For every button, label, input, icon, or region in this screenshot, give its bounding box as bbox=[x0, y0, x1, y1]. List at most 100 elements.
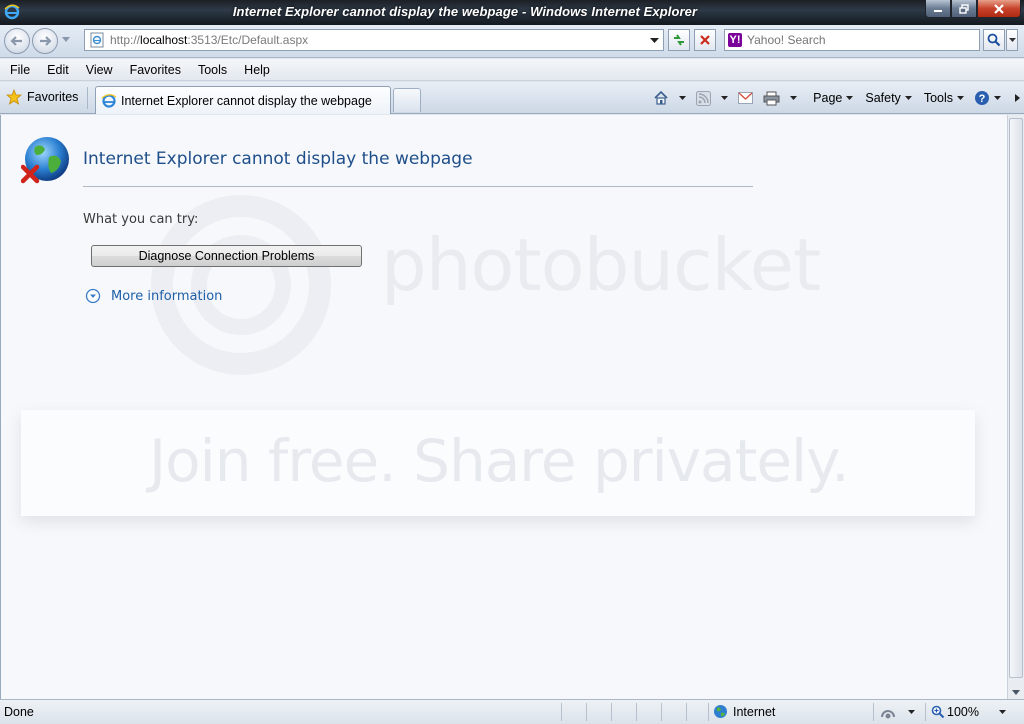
window-controls bbox=[925, 0, 1021, 18]
chevron-down-icon bbox=[790, 95, 798, 100]
url-text[interactable]: http://localhost:3513/Etc/Default.aspx bbox=[110, 33, 308, 47]
svg-text:?: ? bbox=[979, 93, 986, 105]
close-button[interactable] bbox=[977, 0, 1021, 18]
stop-button[interactable] bbox=[694, 29, 716, 51]
title-bar: Internet Explorer cannot display the web… bbox=[0, 0, 1024, 25]
tools-menu-label: Tools bbox=[923, 91, 953, 105]
menu-file[interactable]: File bbox=[0, 63, 37, 77]
back-button[interactable] bbox=[4, 28, 30, 54]
expand-circle-icon bbox=[85, 288, 101, 304]
restore-icon bbox=[959, 3, 969, 14]
protected-mode-icon bbox=[881, 710, 895, 719]
globe-error-icon bbox=[21, 137, 69, 184]
forward-arrow-icon bbox=[40, 36, 52, 46]
refresh-icon bbox=[674, 34, 684, 46]
forward-button[interactable] bbox=[32, 28, 58, 54]
chevron-down-icon bbox=[679, 95, 687, 100]
status-text: Done bbox=[4, 705, 34, 719]
divider bbox=[925, 703, 926, 721]
zoom-level: 100% bbox=[947, 705, 979, 719]
more-information-label: More information bbox=[111, 288, 223, 304]
refresh-button[interactable] bbox=[668, 29, 690, 51]
chevron-down-icon bbox=[721, 95, 729, 100]
divider bbox=[873, 703, 874, 721]
divider bbox=[561, 703, 562, 721]
chevron-down-icon bbox=[998, 709, 1006, 714]
navigation-bar: http://localhost:3513/Etc/Default.aspx Y… bbox=[0, 25, 1024, 58]
heading-divider bbox=[83, 186, 753, 187]
command-bar: Page Safety Tools ? bbox=[643, 88, 1020, 108]
chevron-down-icon bbox=[957, 95, 964, 100]
url-host: localhost bbox=[140, 33, 188, 47]
safety-menu-label: Safety bbox=[865, 91, 901, 105]
window-title: Internet Explorer cannot display the web… bbox=[232, 4, 698, 19]
recent-pages-dropdown-icon[interactable] bbox=[62, 37, 70, 43]
tab-bar: Favorites Internet Explorer cannot displ… bbox=[0, 82, 1024, 114]
star-icon bbox=[6, 89, 22, 105]
security-zone[interactable]: Internet bbox=[713, 704, 775, 719]
zoom-control[interactable]: 100% bbox=[931, 705, 1008, 719]
new-tab-button[interactable] bbox=[393, 88, 421, 112]
chevron-down-icon bbox=[1008, 37, 1016, 42]
favorites-button[interactable]: Favorites bbox=[6, 89, 78, 105]
home-icon bbox=[654, 90, 668, 105]
zone-label: Internet bbox=[733, 704, 776, 719]
menu-favorites[interactable]: Favorites bbox=[120, 63, 188, 77]
search-input[interactable] bbox=[747, 33, 967, 47]
chevron-down-icon bbox=[846, 95, 854, 100]
protected-mode-button[interactable] bbox=[880, 705, 915, 719]
printer-icon bbox=[763, 91, 780, 105]
safety-menu-button[interactable]: Safety bbox=[865, 91, 912, 105]
toolbar-overflow-button[interactable] bbox=[1015, 94, 1020, 102]
try-label: What you can try: bbox=[83, 212, 199, 227]
more-information-link[interactable]: More information bbox=[85, 288, 222, 304]
yahoo-icon: Y! bbox=[728, 33, 742, 47]
scrollbar-thumb[interactable] bbox=[1009, 118, 1023, 678]
divider bbox=[686, 703, 687, 721]
address-dropdown-icon[interactable] bbox=[650, 38, 659, 44]
restore-button[interactable] bbox=[951, 0, 977, 18]
status-bar: Done Internet 100% bbox=[0, 699, 1024, 724]
search-options-button[interactable] bbox=[1006, 29, 1018, 51]
chevron-down-icon bbox=[994, 95, 1001, 100]
mail-icon bbox=[738, 92, 754, 104]
help-icon: ? bbox=[975, 91, 989, 105]
chevron-down-icon bbox=[908, 709, 915, 714]
chevron-right-icon bbox=[1015, 94, 1020, 102]
page-menu-label: Page bbox=[813, 91, 843, 105]
menu-tools[interactable]: Tools bbox=[188, 63, 234, 77]
page-menu-button[interactable]: Page bbox=[813, 91, 854, 105]
minimize-icon bbox=[934, 9, 942, 12]
print-button[interactable] bbox=[763, 91, 798, 106]
menu-help[interactable]: Help bbox=[234, 63, 277, 77]
tab-active[interactable]: Internet Explorer cannot display the web… bbox=[95, 86, 391, 114]
magnifier-icon bbox=[987, 33, 1001, 47]
minimize-button[interactable] bbox=[925, 0, 951, 18]
read-mail-button[interactable] bbox=[738, 92, 754, 104]
rss-icon bbox=[696, 90, 712, 106]
close-icon bbox=[994, 3, 1004, 14]
favorites-label: Favorites bbox=[27, 90, 79, 104]
watermark-tagline: Join free. Share privately. bbox=[149, 427, 850, 495]
feeds-button[interactable] bbox=[696, 90, 729, 106]
help-menu-button[interactable]: ? bbox=[974, 90, 1001, 106]
vertical-scrollbar[interactable] bbox=[1007, 115, 1024, 699]
home-button[interactable] bbox=[653, 90, 687, 106]
tab-label: Internet Explorer cannot display the web… bbox=[121, 93, 372, 108]
ie-page-icon bbox=[101, 93, 117, 108]
menu-view[interactable]: View bbox=[76, 63, 120, 77]
search-box[interactable]: Y! bbox=[724, 29, 980, 51]
scroll-down-icon[interactable] bbox=[1012, 690, 1020, 695]
diagnose-connection-button[interactable]: Diagnose Connection Problems bbox=[91, 245, 362, 267]
tools-menu-button[interactable]: Tools bbox=[924, 91, 964, 105]
zoom-icon bbox=[931, 705, 945, 719]
divider bbox=[586, 703, 587, 721]
globe-icon bbox=[714, 705, 727, 718]
search-button[interactable] bbox=[983, 29, 1005, 51]
chevron-down-icon bbox=[904, 95, 912, 100]
address-bar[interactable]: http://localhost:3513/Etc/Default.aspx bbox=[84, 29, 664, 51]
menu-edit[interactable]: Edit bbox=[37, 63, 76, 77]
url-path: :3513/Etc/Default.aspx bbox=[187, 33, 309, 47]
watermark-logo-text: photobucket bbox=[381, 223, 821, 307]
page-icon bbox=[90, 32, 104, 48]
